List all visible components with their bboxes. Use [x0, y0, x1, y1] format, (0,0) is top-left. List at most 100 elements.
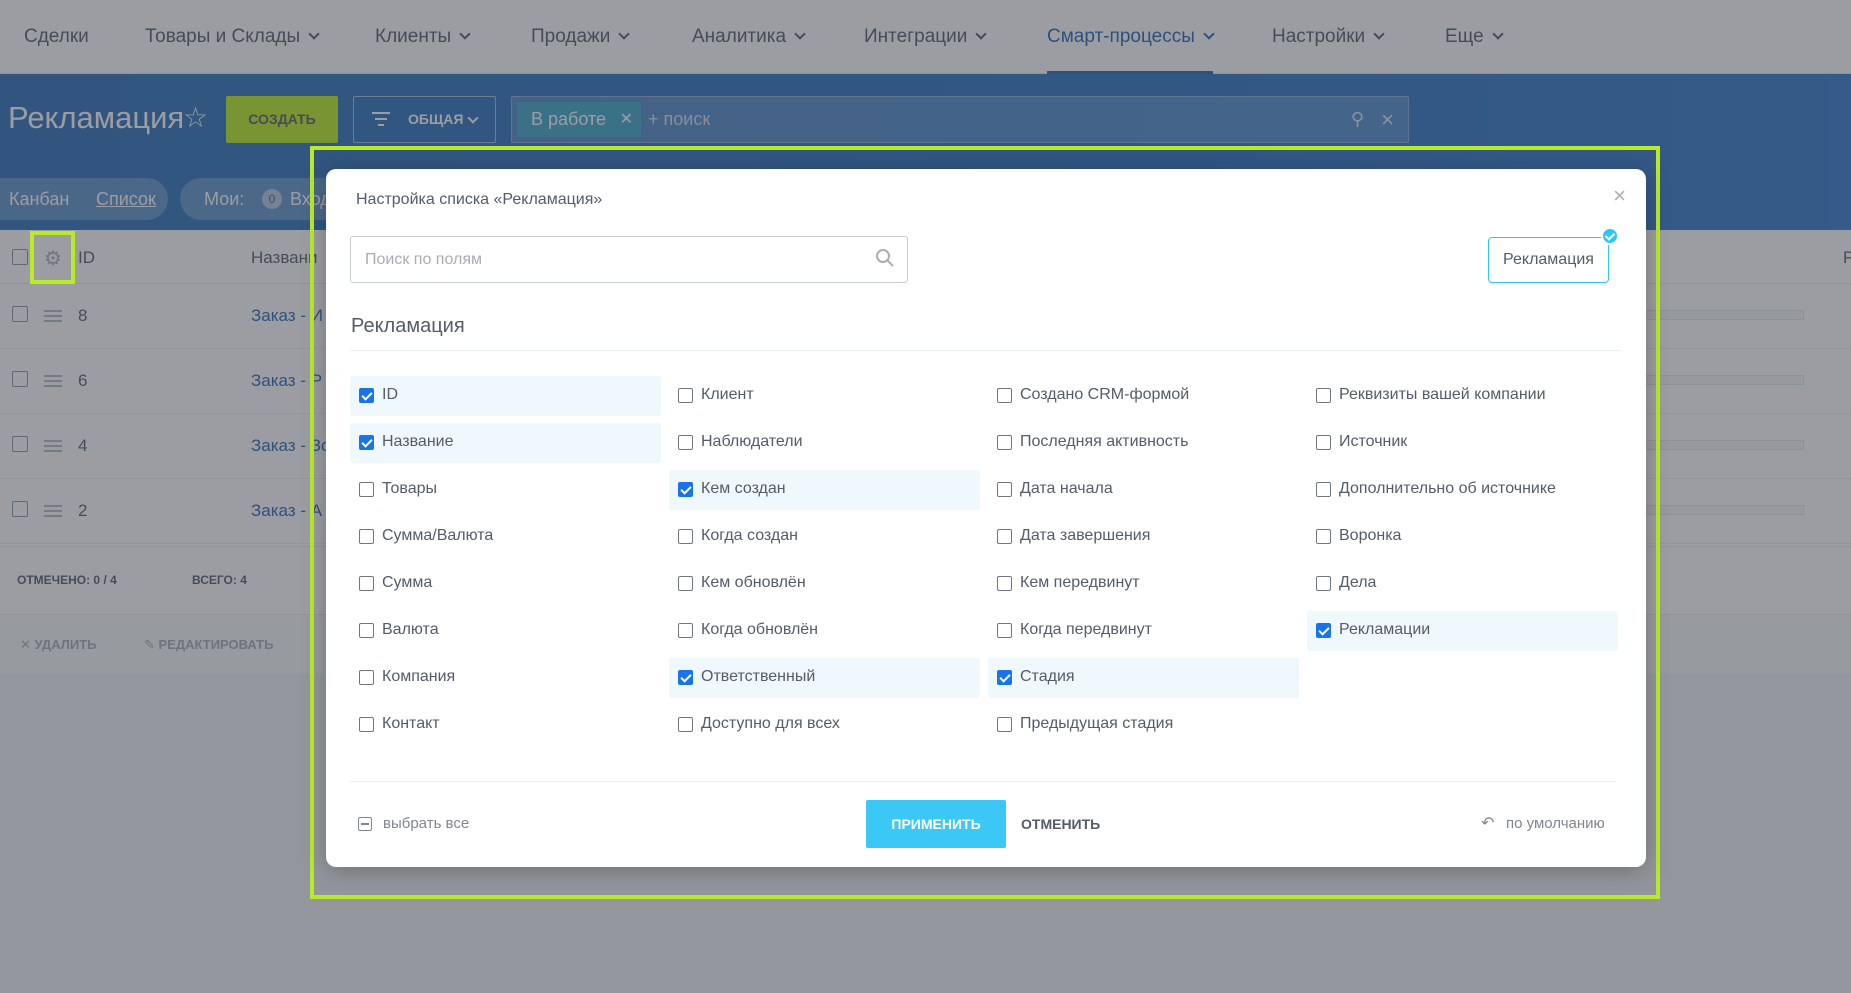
field-option[interactable]: Когда обновлён [669, 611, 980, 651]
apply-button[interactable]: ПРИМЕНИТЬ [866, 800, 1006, 848]
field-checkbox[interactable] [997, 670, 1012, 685]
field-label: Товары [382, 480, 438, 497]
field-label: Стадия [1020, 668, 1075, 685]
field-option[interactable]: ID [350, 376, 661, 416]
field-label: Предыдущая стадия [1020, 715, 1174, 732]
field-option[interactable]: Предыдущая стадия [988, 705, 1299, 745]
field-label: Сумма [382, 574, 433, 591]
field-label: Название [382, 433, 454, 450]
field-option[interactable]: Дополнительно об источнике [1307, 470, 1618, 510]
field-label: Дела [1339, 574, 1377, 591]
field-checkbox[interactable] [359, 623, 374, 638]
field-checkbox[interactable] [1316, 623, 1331, 638]
field-option[interactable]: Реквизиты вашей компании [1307, 376, 1618, 416]
field-checkbox[interactable] [1316, 435, 1331, 450]
field-option[interactable]: Рекламации [1307, 611, 1618, 651]
divider [350, 350, 1622, 351]
select-all-link[interactable]: выбрать все [383, 815, 469, 832]
field-option[interactable]: Контакт [350, 705, 661, 745]
field-checkbox[interactable] [1316, 482, 1331, 497]
field-checkbox[interactable] [359, 670, 374, 685]
field-option[interactable]: Компания [350, 658, 661, 698]
annotation-highlight-gear [30, 231, 75, 284]
field-option[interactable]: Источник [1307, 423, 1618, 463]
field-option[interactable]: Стадия [988, 658, 1299, 698]
field-label: Реквизиты вашей компании [1339, 386, 1546, 403]
field-option[interactable]: Когда создан [669, 517, 980, 557]
field-checkbox[interactable] [678, 435, 693, 450]
field-label: Дата завершения [1020, 527, 1151, 544]
field-label: Когда обновлён [701, 621, 819, 638]
field-option[interactable]: Кем обновлён [669, 564, 980, 604]
field-checkbox[interactable] [997, 623, 1012, 638]
field-checkbox[interactable] [359, 717, 374, 732]
field-checkbox[interactable] [1316, 529, 1331, 544]
field-option[interactable]: Кем передвинут [988, 564, 1299, 604]
field-option[interactable]: Дата завершения [988, 517, 1299, 557]
field-option[interactable]: Кем создан [669, 470, 980, 510]
field-label: Дополнительно об источнике [1339, 480, 1556, 497]
field-checkbox[interactable] [678, 482, 693, 497]
field-checkbox[interactable] [1316, 388, 1331, 403]
field-checkbox[interactable] [359, 482, 374, 497]
field-checkbox[interactable] [1316, 576, 1331, 591]
field-option[interactable]: Последняя активность [988, 423, 1299, 463]
field-checkbox[interactable] [997, 435, 1012, 450]
field-checkbox[interactable] [997, 388, 1012, 403]
field-option[interactable]: Название [350, 423, 661, 463]
field-label: Сумма/Валюта [382, 527, 494, 544]
section-filter-button[interactable]: Рекламация [1488, 237, 1609, 283]
popup-title: Настройка списка «Рекламация» [356, 191, 603, 208]
field-option[interactable]: Наблюдатели [669, 423, 980, 463]
field-option[interactable]: Дела [1307, 564, 1618, 604]
field-option[interactable]: Воронка [1307, 517, 1618, 557]
field-checkbox[interactable] [359, 388, 374, 403]
field-checkbox[interactable] [997, 482, 1012, 497]
field-option[interactable]: Валюта [350, 611, 661, 651]
field-checkbox[interactable] [678, 576, 693, 591]
field-checkbox[interactable] [359, 529, 374, 544]
field-label: Кем создан [701, 480, 786, 497]
field-label: Ответственный [701, 668, 816, 685]
field-checkbox[interactable] [678, 529, 693, 544]
field-label: Валюта [382, 621, 439, 638]
field-option[interactable]: Когда передвинут [988, 611, 1299, 651]
field-label: Клиент [701, 386, 754, 403]
field-label: Создано CRM-формой [1020, 386, 1190, 403]
field-option[interactable]: Сумма [350, 564, 661, 604]
field-label: Последняя активность [1020, 433, 1189, 450]
field-option[interactable]: Сумма/Валюта [350, 517, 661, 557]
field-option[interactable]: Дата начала [988, 470, 1299, 510]
field-label: Рекламации [1339, 621, 1431, 638]
section-heading: Рекламация [351, 315, 465, 337]
field-option[interactable]: Доступно для всех [669, 705, 980, 745]
field-option[interactable]: Клиент [669, 376, 980, 416]
field-checkbox[interactable] [359, 576, 374, 591]
field-label: ID [382, 386, 398, 403]
undo-icon[interactable]: ↶ [1481, 813, 1494, 833]
field-checkbox[interactable] [997, 717, 1012, 732]
field-search-input[interactable] [352, 238, 862, 281]
field-checkbox[interactable] [678, 388, 693, 403]
select-all-icon[interactable] [358, 817, 372, 831]
field-checkbox[interactable] [997, 576, 1012, 591]
field-label: Кем передвинут [1020, 574, 1140, 591]
field-checkbox[interactable] [678, 670, 693, 685]
field-checkbox[interactable] [359, 435, 374, 450]
field-label: Компания [382, 668, 456, 685]
reset-default-link[interactable]: по умолчанию [1506, 815, 1605, 832]
field-option[interactable]: Ответственный [669, 658, 980, 698]
search-icon[interactable] [875, 248, 895, 268]
cancel-button[interactable]: ОТМЕНИТЬ [1021, 800, 1100, 848]
field-label: Доступно для всех [701, 715, 840, 732]
field-label: Дата начала [1020, 480, 1113, 497]
field-label: Источник [1339, 433, 1408, 450]
field-option[interactable]: Товары [350, 470, 661, 510]
field-checkbox[interactable] [678, 717, 693, 732]
field-checkbox[interactable] [678, 623, 693, 638]
field-checkbox[interactable] [997, 529, 1012, 544]
field-label: Наблюдатели [701, 433, 803, 450]
close-icon[interactable]: × [1613, 185, 1626, 207]
divider [350, 781, 1616, 782]
field-option[interactable]: Создано CRM-формой [988, 376, 1299, 416]
